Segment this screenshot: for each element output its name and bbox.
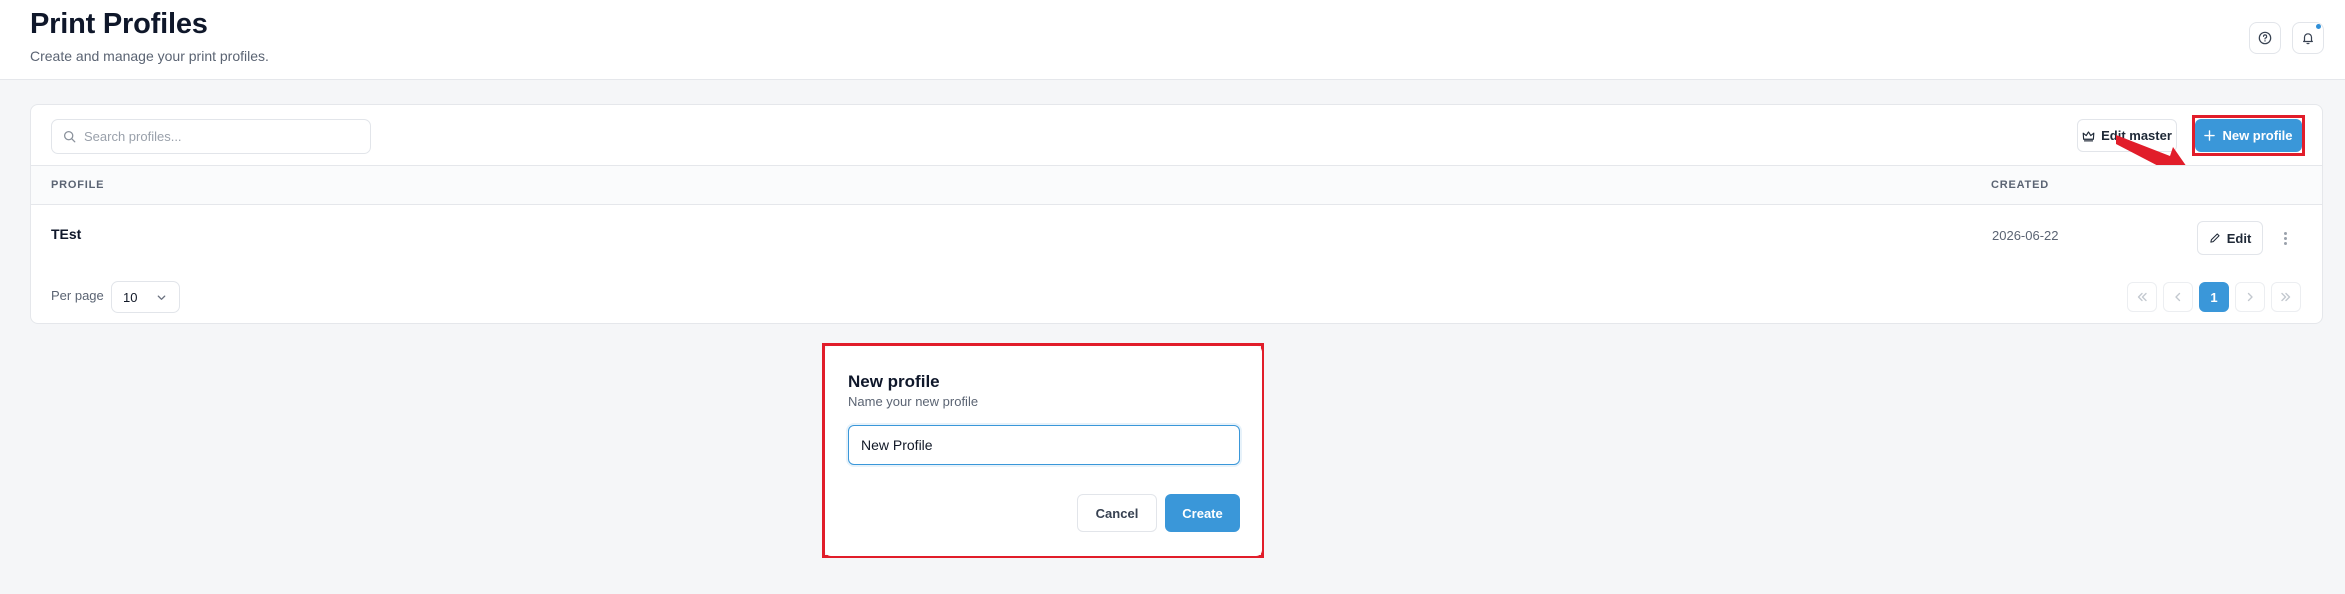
profile-created-date: 2026-06-22 (1992, 228, 2059, 243)
page-subtitle: Create and manage your print profiles. (30, 48, 269, 64)
profile-name: TEst (51, 226, 82, 242)
last-page-button[interactable] (2271, 282, 2301, 312)
edit-profile-label: Edit (2226, 230, 2252, 246)
profile-name-input[interactable] (848, 425, 1240, 465)
chevron-left-icon (2175, 292, 2181, 302)
notifications-button[interactable] (2292, 22, 2324, 54)
help-button[interactable] (2249, 22, 2281, 54)
cancel-button[interactable]: Cancel (1077, 494, 1157, 532)
chevron-right-icon (2247, 292, 2253, 302)
dialog-title: New profile (848, 372, 940, 391)
create-button[interactable]: Create (1165, 494, 1240, 532)
pencil-icon (2210, 233, 2220, 243)
column-header-profile: PROFILE (51, 179, 105, 191)
first-page-button[interactable] (2127, 282, 2157, 312)
more-options-icon[interactable] (2278, 228, 2292, 248)
edit-profile-button[interactable]: Edit (2197, 221, 2263, 255)
search-input[interactable] (84, 120, 364, 153)
chevron-down-icon (157, 295, 166, 300)
per-page-value: 10 (123, 290, 138, 305)
page-header: Print Profiles Create and manage your pr… (0, 0, 2345, 80)
new-profile-label: New profile (2222, 128, 2293, 143)
crown-icon (2082, 130, 2095, 141)
table-row[interactable]: TEst 2026-06-22 (31, 206, 2322, 266)
chevrons-left-icon (2137, 292, 2147, 302)
page-button-current[interactable]: 1 (2199, 282, 2229, 312)
search-box[interactable] (51, 119, 371, 154)
per-page-select[interactable]: 10 (111, 281, 180, 313)
previous-page-button[interactable] (2163, 282, 2193, 312)
profiles-card: Edit master New profile PROFILE CREATED … (30, 104, 2323, 324)
page-title: Print Profiles (30, 8, 208, 40)
new-profile-button[interactable]: New profile (2195, 119, 2302, 152)
per-page-label: Per page (51, 288, 104, 303)
next-page-button[interactable] (2235, 282, 2265, 312)
column-header-created: CREATED (1991, 179, 2049, 191)
table-header: PROFILE CREATED (31, 165, 2322, 205)
plus-icon (2204, 130, 2216, 141)
help-circle-icon (2258, 31, 2272, 45)
new-profile-dialog: New profile Name your new profile Cancel… (825, 346, 1262, 556)
search-icon (63, 130, 76, 143)
dialog-subtitle: Name your new profile (848, 394, 979, 409)
bell-icon (2303, 33, 2313, 45)
chevrons-right-icon (2281, 292, 2291, 302)
notification-dot (2316, 24, 2321, 29)
